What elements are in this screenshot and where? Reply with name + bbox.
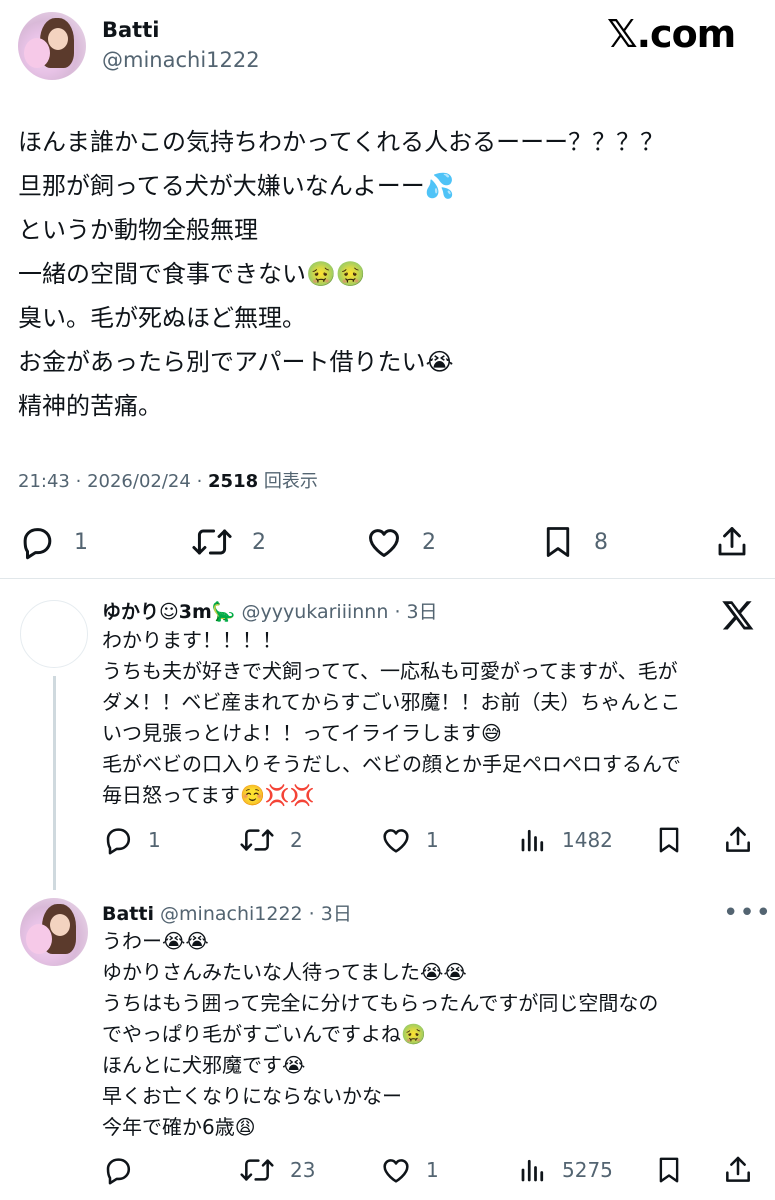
view-count: 2518 xyxy=(208,471,259,492)
like-button[interactable]: 1 xyxy=(380,822,439,858)
repost-icon xyxy=(192,529,232,555)
like-button[interactable]: 1 xyxy=(380,1152,439,1188)
reply-count: 1 xyxy=(74,529,88,555)
reply-text-line: 毎日怒ってます☺️💢💢 xyxy=(102,783,315,807)
heart-icon xyxy=(369,529,399,557)
reply-text-line: ほんとに犬邪魔です😭 xyxy=(102,1053,306,1077)
reply-icon xyxy=(106,1158,131,1185)
post-time[interactable]: 21:43 xyxy=(18,471,70,492)
post-text: ほんま誰かこの気持ちわかってくれる人おるーーー？？？？ 旦那が飼ってる犬が大嫌い… xyxy=(18,120,758,428)
avatar-plush xyxy=(26,924,52,954)
post-text-line: 精神的苦痛。 xyxy=(18,392,162,420)
views-count: 1482 xyxy=(562,828,613,852)
reply-button[interactable]: 1 xyxy=(102,822,161,858)
reply-button[interactable] xyxy=(102,1152,148,1188)
avatar-face xyxy=(48,28,68,50)
share-button[interactable] xyxy=(722,1152,754,1188)
avatar-face xyxy=(50,914,70,936)
reply-text: わかります！！！！ うちも夫が好きで犬飼ってて、一応私も可愛がってますが、毛が … xyxy=(102,625,752,811)
reply-text-line: 今年で確か6歳😩 xyxy=(102,1115,256,1139)
meta-separator: · xyxy=(75,471,82,492)
meta-separator: · xyxy=(308,903,315,925)
reply-author-name[interactable]: Batti xyxy=(102,903,154,925)
reply-icon xyxy=(23,528,52,560)
repost-button[interactable]: 2 xyxy=(190,520,266,564)
bookmark-button[interactable] xyxy=(654,822,684,858)
post-meta: 21:43 · 2026/02/24 · 2518 回表示 xyxy=(18,467,318,493)
reply-text-line: うちはもう囲って完全に分けてもらったんですが同じ空間なの xyxy=(102,991,659,1015)
reply-author-handle[interactable]: @minachi1222 xyxy=(160,903,303,925)
more-icon[interactable]: ••• xyxy=(723,898,772,928)
reply-text-line: いつ見張っとけよ！！ってイライラします😅 xyxy=(102,721,502,745)
heart-icon xyxy=(383,829,409,853)
views-icon xyxy=(521,1159,544,1182)
bookmark-icon xyxy=(659,1157,679,1183)
share-icon xyxy=(726,826,750,852)
share-button[interactable] xyxy=(722,822,754,858)
post-text-line: 臭い。毛が死ぬほど無理。 xyxy=(18,304,306,332)
reply-text-line: 毛がベビの口入りそうだし、ベビの顔とか手足ペロペロするんで xyxy=(102,752,681,776)
post-date[interactable]: 2026/02/24 xyxy=(87,471,191,492)
meta-separator: · xyxy=(394,601,401,623)
reply-count: 1 xyxy=(148,828,161,852)
author-avatar[interactable] xyxy=(18,12,86,80)
post-text-line: 旦那が飼ってる犬が大嫌いなんよーー💦 xyxy=(18,172,455,200)
author-name[interactable]: Batti xyxy=(102,18,159,42)
reply-time[interactable]: 3日 xyxy=(407,601,438,623)
reply-avatar[interactable] xyxy=(20,898,88,966)
thread-connector xyxy=(53,676,56,890)
reply-author-name[interactable]: ゆかり☺︎3m🦕 xyxy=(102,601,235,623)
reply-author-handle[interactable]: @yyyukariiinnn xyxy=(242,601,389,623)
post-text-line: ほんま誰かこの気持ちわかってくれる人おるーーー？？？？ xyxy=(18,128,665,156)
reply-text: うわー😭😭 ゆかりさんみたいな人待ってました😭😭 うちはもう囲って完全に分けても… xyxy=(102,926,752,1143)
bookmark-icon xyxy=(546,527,570,557)
reply-icon xyxy=(106,828,131,855)
reply-text-line: ダメ！！ベビ産まれてからすごい邪魔！！お前（夫）ちゃんとこ xyxy=(102,690,681,714)
reply-button[interactable]: 1 xyxy=(18,520,88,564)
reply-time[interactable]: 3日 xyxy=(321,903,352,925)
post-action-bar: 1 2 2 8 xyxy=(18,520,758,564)
post-text-line: 一緒の空間で食事できない🤢🤢 xyxy=(18,260,366,288)
reply-text-line: うわー😭😭 xyxy=(102,929,209,953)
bookmark-button[interactable]: 8 xyxy=(540,520,608,564)
bookmark-icon xyxy=(659,827,679,853)
repost-button[interactable]: 23 xyxy=(238,1152,315,1188)
views-button[interactable]: 5275 xyxy=(518,1152,613,1188)
views-count: 5275 xyxy=(562,1158,613,1182)
views-icon xyxy=(521,829,544,852)
x-com-logo: 𝕏.com xyxy=(607,12,736,56)
reply-header: ゆかり☺︎3m🦕 @yyyukariiinnn · 3日 xyxy=(102,597,438,624)
view-label: 回表示 xyxy=(263,471,318,492)
share-icon xyxy=(726,1156,750,1182)
like-count: 1 xyxy=(426,1158,439,1182)
repost-icon xyxy=(240,1159,274,1181)
author-handle[interactable]: @minachi1222 xyxy=(102,48,260,72)
reply-text-line: わかります！！！！ xyxy=(102,628,282,652)
avatar-plush xyxy=(24,38,50,68)
reply-text-line: うちも夫が好きで犬飼ってて、一応私も可愛がってますが、毛が xyxy=(102,659,678,683)
post-text-line: お金があったら別でアパート借りたい😭 xyxy=(18,348,454,376)
share-button[interactable] xyxy=(714,520,750,564)
meta-separator: · xyxy=(196,471,203,492)
reply-avatar[interactable] xyxy=(20,600,88,668)
repost-icon xyxy=(240,829,274,851)
reply-text-line: でやっぱり毛がすごいんですよね🤢 xyxy=(102,1022,426,1046)
share-icon xyxy=(718,527,746,556)
heart-icon xyxy=(383,1159,409,1183)
like-button[interactable]: 2 xyxy=(364,520,436,564)
like-count: 2 xyxy=(422,529,436,555)
reply-header: Batti @minachi1222 · 3日 xyxy=(102,899,352,926)
views-button[interactable]: 1482 xyxy=(518,822,613,858)
reply-text-line: 早くお亡くなりにならないかなー xyxy=(102,1084,402,1108)
repost-count: 23 xyxy=(290,1158,316,1182)
post-text-line: というか動物全般無理 xyxy=(18,216,258,244)
repost-count: 2 xyxy=(290,828,303,852)
section-divider xyxy=(0,578,775,579)
like-count: 1 xyxy=(426,828,439,852)
repost-count: 2 xyxy=(252,529,266,555)
reply-text-line: ゆかりさんみたいな人待ってました😭😭 xyxy=(102,960,467,984)
bookmark-count: 8 xyxy=(594,529,608,555)
bookmark-button[interactable] xyxy=(654,1152,684,1188)
repost-button[interactable]: 2 xyxy=(238,822,303,858)
